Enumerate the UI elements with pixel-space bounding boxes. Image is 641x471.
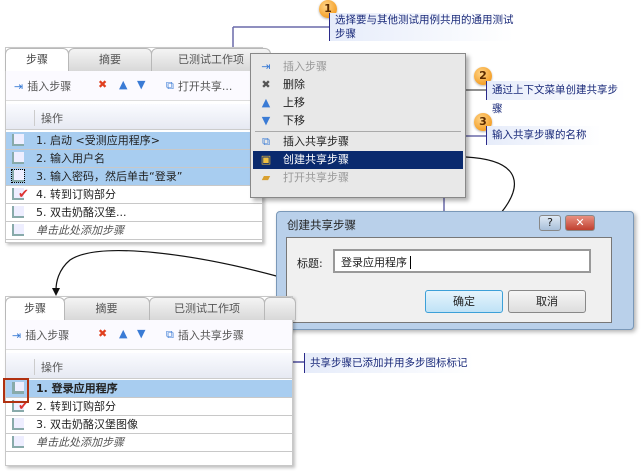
shared-steps-icon: ⧉ <box>166 328 174 341</box>
menu-item-move-up[interactable]: ▲ 上移 <box>253 94 463 112</box>
tab-steps[interactable]: 步骤 <box>5 297 65 320</box>
table-row[interactable]: 1. 启动 <受测应用程序> <box>6 132 262 150</box>
open-shared-button[interactable]: ⧉ 打开共享... <box>166 78 232 94</box>
insert-step-button[interactable]: ⇥ 插入步骤 <box>14 78 71 94</box>
move-down-button[interactable]: ▼ <box>137 327 145 340</box>
tab-tested-work-items[interactable]: 已测试工作项 <box>149 297 265 320</box>
delete-step-button[interactable]: ✖ <box>98 78 107 91</box>
delete-icon: ✖ <box>98 327 108 340</box>
insert-step-button[interactable]: ⇥ 插入步骤 <box>12 327 69 343</box>
close-button[interactable]: ✕ <box>565 215 595 231</box>
step-icon <box>11 169 25 183</box>
delete-icon: ✖ <box>98 78 108 91</box>
steps-panel-top: 摘要 已测试工作项 步骤 ⇥ 插入步骤 ✖ ▲ ▼ ⧉ 打开共享... 操作 1. … <box>5 47 271 243</box>
menu-item-insert-shared-step[interactable]: ⧉ 插入共享步骤 <box>253 133 463 151</box>
step-icon <box>12 206 24 218</box>
step-icon <box>12 152 24 164</box>
dialog-title: 创建共享步骤 <box>287 218 356 232</box>
table-row[interactable]: 5. 双击奶酪汉堡... <box>6 204 262 222</box>
move-up-button[interactable]: ▲ <box>119 78 127 91</box>
arrow-down-icon: ▼ <box>137 327 146 340</box>
step-icon <box>12 134 24 146</box>
arrow-down-icon: ▼ <box>137 78 146 91</box>
add-step-row[interactable]: 单击此处添加步骤 <box>6 222 262 240</box>
table-row[interactable]: ✔ 2. 转到订购部分 <box>6 398 292 416</box>
help-button[interactable]: ? <box>539 215 561 231</box>
title-input[interactable]: 登录应用程序 <box>333 249 591 273</box>
table-row[interactable]: 3. 输入密码，然后单击“登录” <box>6 168 262 186</box>
shared-steps-icon: ⧉ <box>262 135 270 148</box>
tab-summary[interactable]: 摘要 <box>68 48 152 71</box>
step-icon <box>12 436 24 448</box>
ok-button[interactable]: 确定 <box>425 290 503 313</box>
arrow-up-icon: ▲ <box>261 96 271 109</box>
arrow-down-icon: ▼ <box>261 114 271 127</box>
menu-item-move-down[interactable]: ▼ 下移 <box>253 112 463 130</box>
insert-step-icon: ⇥ <box>12 328 22 342</box>
tab-extra[interactable] <box>264 297 296 320</box>
tab-steps[interactable]: 步骤 <box>5 48 69 71</box>
steps-panel-bottom: 摘要 已测试工作项 步骤 ⇥ 插入步骤 ✖ ▲ ▼ ⧉ 插入共享步骤 操作 1. 登… <box>5 296 296 466</box>
checkmark-icon: ✔ <box>18 187 29 202</box>
table-row[interactable]: 2. 输入用户名 <box>6 150 262 168</box>
create-shared-icon: ▣ <box>260 153 272 166</box>
title-label: 标题: <box>297 257 323 270</box>
column-header: 操作 <box>6 353 292 379</box>
insert-shared-step-button[interactable]: ⧉ 插入共享步骤 <box>166 327 244 343</box>
arrow-up-icon: ▲ <box>119 327 128 340</box>
context-menu: ⇥ 插入步骤 ✖ 删除 ▲ 上移 ▼ 下移 ⧉ 插入共享步骤 ▣ 创建共享步骤 ▰ 打开共享步… <box>250 53 466 198</box>
table-row[interactable]: 1. 登录应用程序 <box>6 380 292 398</box>
callout-3: 输入共享步骤的名称 <box>486 126 601 145</box>
move-down-button[interactable]: ▼ <box>137 78 145 91</box>
add-step-row[interactable]: 单击此处添加步骤 <box>6 434 292 452</box>
cancel-button[interactable]: 取消 <box>508 290 586 313</box>
delete-step-button[interactable]: ✖ <box>98 327 107 340</box>
menu-item-open-shared-step[interactable]: ▰ 打开共享步骤 <box>253 169 463 187</box>
insert-step-icon: ⇥ <box>14 79 24 93</box>
callout-4: 共享步骤已添加并用多步图标标记 <box>304 353 474 373</box>
arrow-up-icon: ▲ <box>119 78 128 91</box>
folder-open-icon: ▰ <box>261 171 271 184</box>
menu-item-delete[interactable]: ✖ 删除 <box>253 76 463 94</box>
move-up-button[interactable]: ▲ <box>119 327 127 340</box>
toolbar: ⇥ 插入步骤 ✖ ▲ ▼ ⧉ 插入共享步骤 <box>6 320 292 350</box>
callout-1: 选择要与其他测试用例共用的通用测试步骤 <box>329 13 514 41</box>
toolbar: ⇥ 插入步骤 ✖ ▲ ▼ ⧉ 打开共享... <box>6 71 262 101</box>
shared-steps-icon: ⧉ <box>166 79 174 92</box>
table-row[interactable]: ✔ 4. 转到订购部分 <box>6 186 262 204</box>
insert-step-icon: ⇥ <box>261 60 271 73</box>
table-row[interactable]: 3. 双击奶酪汉堡图像 <box>6 416 292 434</box>
highlight-box <box>3 378 29 403</box>
step-icon <box>12 224 24 236</box>
menu-separator <box>255 131 461 132</box>
column-header: 操作 <box>6 104 262 130</box>
delete-icon: ✖ <box>261 78 271 91</box>
dialog-body: 标题: 登录应用程序 确定 取消 <box>286 237 612 323</box>
create-shared-steps-dialog: 创建共享步骤 ? ✕ 标题: 登录应用程序 确定 取消 <box>276 211 634 330</box>
callout-2: 通过上下文菜单创建共享步骤 <box>486 81 626 115</box>
step-icon <box>12 418 24 430</box>
menu-item-insert-step[interactable]: ⇥ 插入步骤 <box>253 58 463 76</box>
menu-item-create-shared-step[interactable]: ▣ 创建共享步骤 <box>253 151 463 169</box>
tab-summary[interactable]: 摘要 <box>63 297 150 320</box>
